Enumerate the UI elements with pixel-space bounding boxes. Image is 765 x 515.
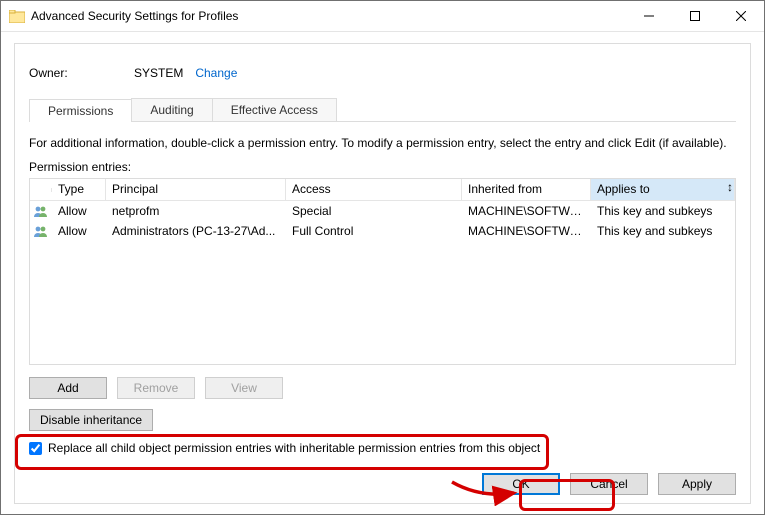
replace-children-row: Replace all child object permission entr…	[29, 441, 736, 455]
cancel-button[interactable]: Cancel	[570, 473, 648, 495]
remove-button[interactable]: Remove	[117, 377, 195, 399]
owner-label: Owner:	[29, 66, 134, 80]
window-title: Advanced Security Settings for Profiles	[31, 9, 626, 23]
users-icon	[30, 203, 52, 219]
cell-applies: This key and subkeys	[591, 202, 735, 220]
disable-inheritance-button[interactable]: Disable inheritance	[29, 409, 153, 431]
replace-children-checkbox[interactable]	[29, 442, 42, 455]
owner-value: SYSTEM	[134, 66, 183, 80]
tab-permissions[interactable]: Permissions	[29, 99, 132, 122]
entry-buttons-row: Add Remove View	[29, 377, 736, 399]
tab-auditing[interactable]: Auditing	[131, 98, 212, 121]
table-row[interactable]: Allow Administrators (PC-13-27\Ad... Ful…	[30, 221, 735, 241]
title-bar: Advanced Security Settings for Profiles	[1, 1, 764, 32]
add-button[interactable]: Add	[29, 377, 107, 399]
users-icon	[30, 223, 52, 239]
resize-indicator-icon: ↕	[727, 180, 733, 194]
close-button[interactable]	[718, 1, 764, 31]
ok-button[interactable]: OK	[482, 473, 560, 495]
cell-inherited: MACHINE\SOFTWARE...	[462, 202, 591, 220]
minimize-button[interactable]	[626, 1, 672, 31]
tab-strip: Permissions Auditing Effective Access	[29, 98, 736, 122]
replace-children-label[interactable]: Replace all child object permission entr…	[48, 441, 540, 455]
change-owner-link[interactable]: Change	[195, 66, 237, 80]
maximize-button[interactable]	[672, 1, 718, 31]
folder-icon	[9, 10, 25, 23]
cell-type: Allow	[52, 202, 106, 220]
permission-entries-grid[interactable]: Type Principal Access Inherited from App…	[29, 178, 736, 365]
column-icon[interactable]	[30, 188, 52, 192]
cell-inherited: MACHINE\SOFTWARE...	[462, 222, 591, 240]
grid-header: Type Principal Access Inherited from App…	[30, 179, 735, 201]
column-inherited[interactable]: Inherited from	[462, 179, 591, 200]
cell-principal: Administrators (PC-13-27\Ad...	[106, 222, 286, 240]
permission-entries-label: Permission entries:	[29, 160, 736, 174]
apply-button[interactable]: Apply	[658, 473, 736, 495]
cell-type: Allow	[52, 222, 106, 240]
dialog-buttons: OK Cancel Apply	[482, 473, 736, 495]
cell-principal: netprofm	[106, 202, 286, 220]
view-button[interactable]: View	[205, 377, 283, 399]
owner-row: Owner: SYSTEM Change	[29, 66, 736, 80]
column-applies[interactable]: Applies to	[591, 179, 735, 200]
tab-effective-access[interactable]: Effective Access	[212, 98, 337, 121]
cell-access: Full Control	[286, 222, 462, 240]
column-access[interactable]: Access	[286, 179, 462, 200]
column-type[interactable]: Type	[52, 179, 106, 200]
content-panel: Owner: SYSTEM Change Permissions Auditin…	[14, 43, 751, 504]
info-text: For additional information, double-click…	[29, 136, 736, 150]
advanced-security-window: Advanced Security Settings for Profiles …	[0, 0, 765, 515]
column-principal[interactable]: Principal	[106, 179, 286, 200]
window-controls	[626, 1, 764, 31]
table-row[interactable]: Allow netprofm Special MACHINE\SOFTWARE.…	[30, 201, 735, 221]
cell-applies: This key and subkeys	[591, 222, 735, 240]
disable-inheritance-row: Disable inheritance	[29, 409, 736, 431]
cell-access: Special	[286, 202, 462, 220]
